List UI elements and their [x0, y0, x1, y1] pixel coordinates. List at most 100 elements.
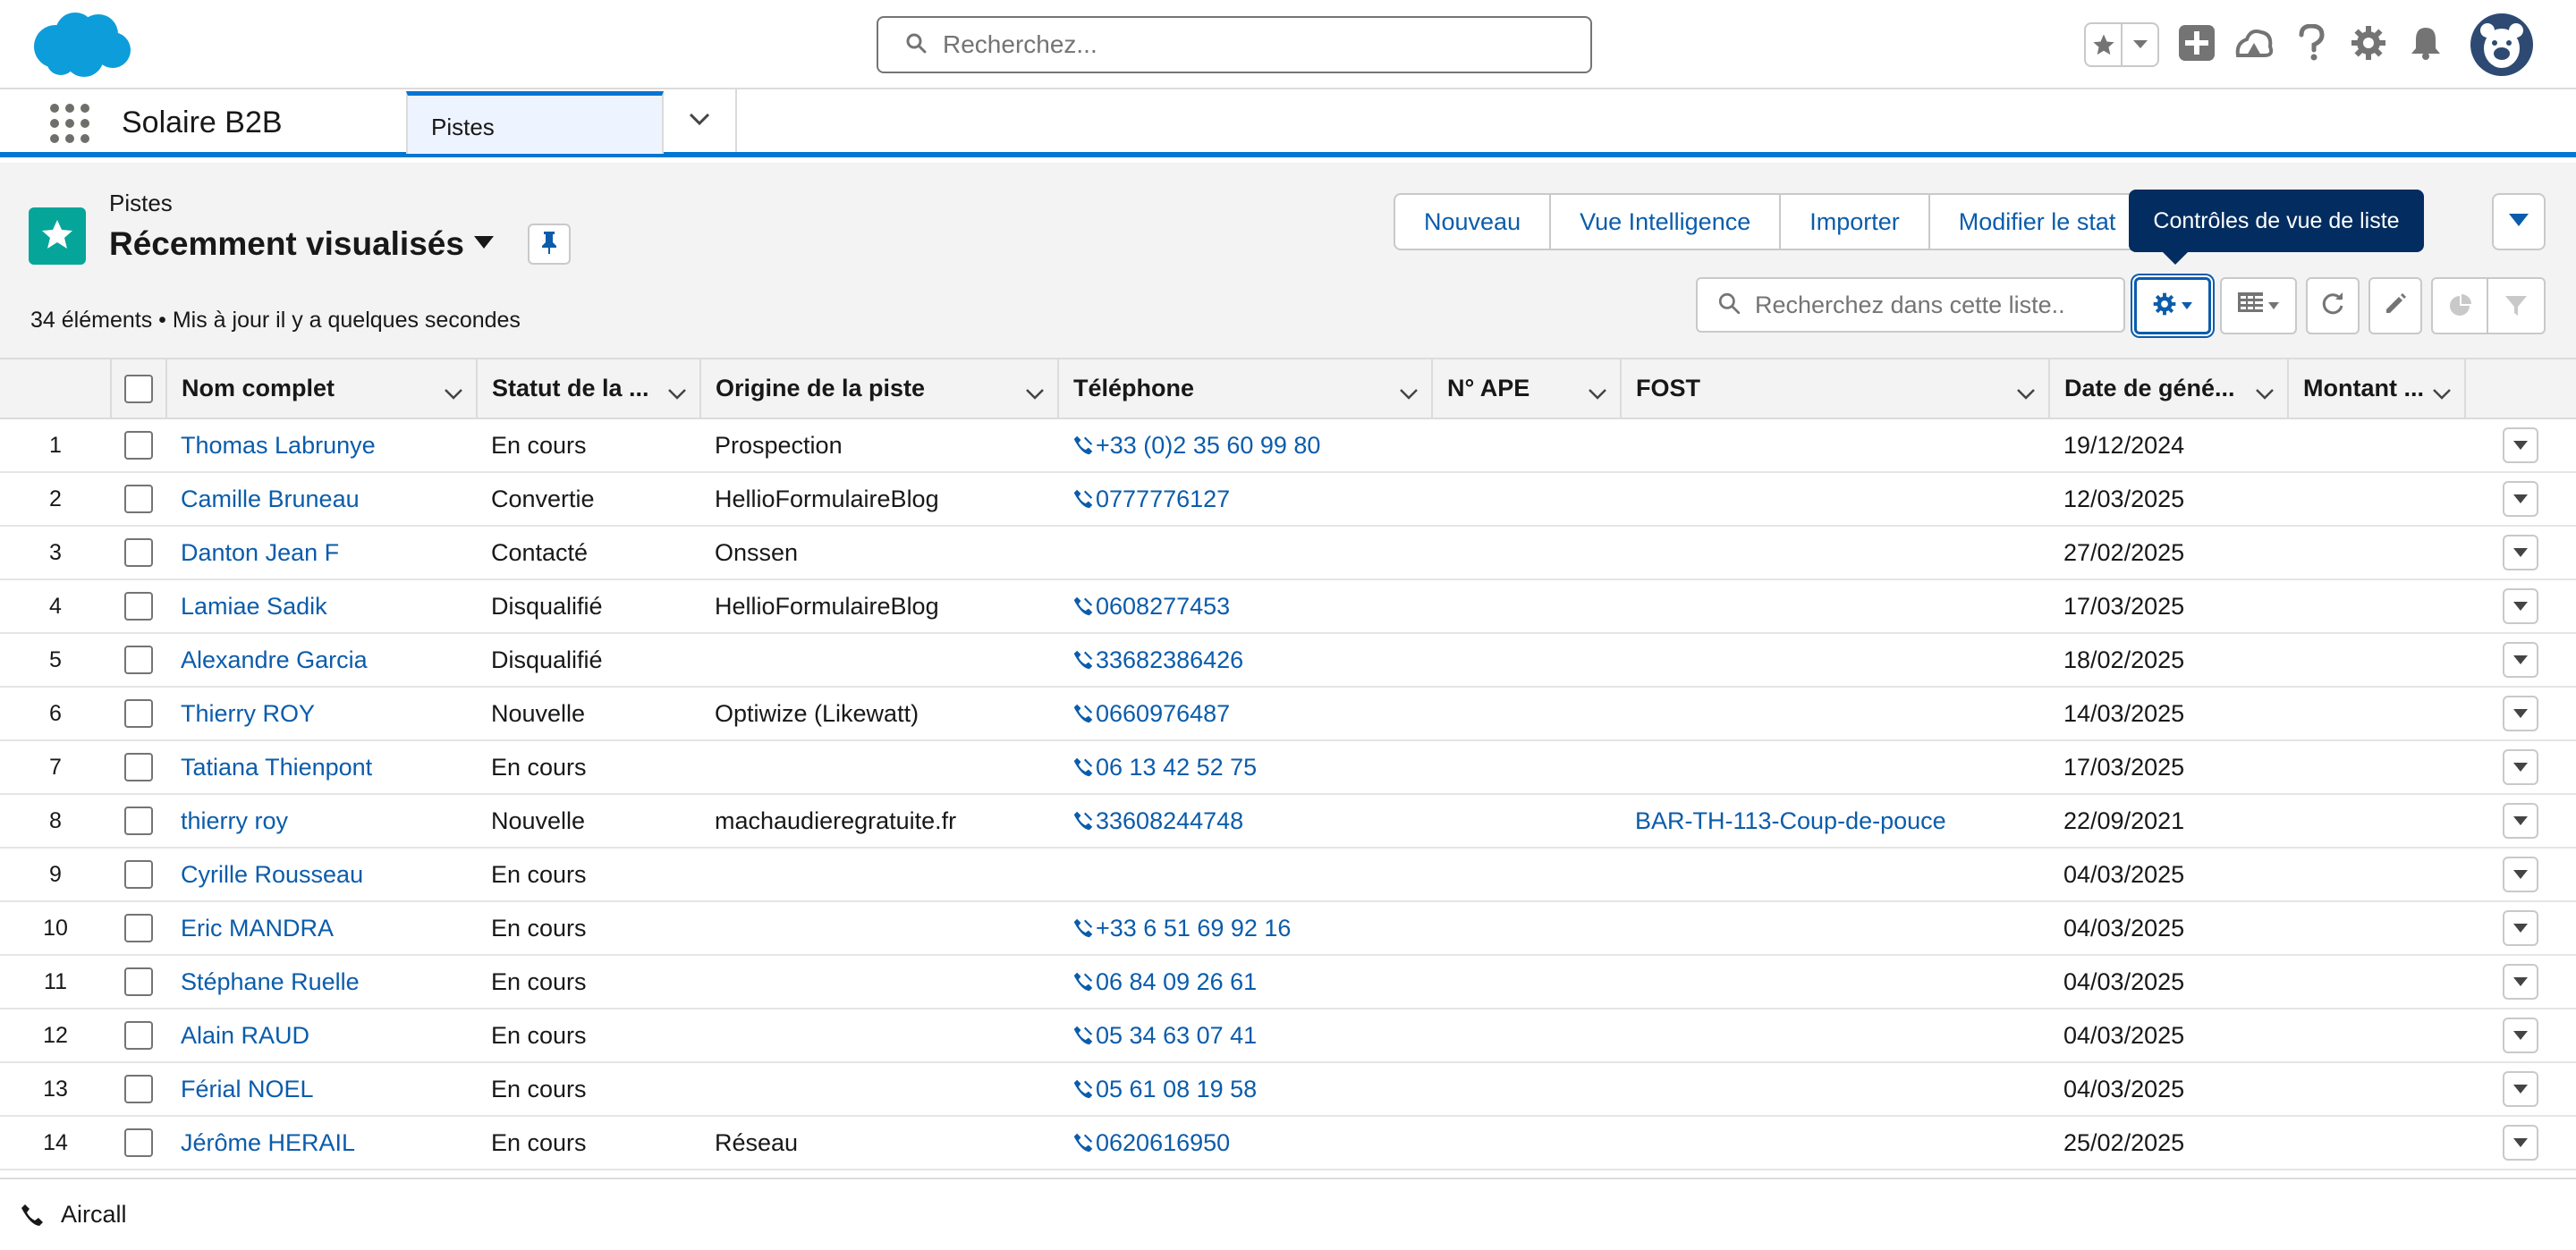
row-action-menu-button[interactable] — [2503, 535, 2538, 570]
row-checkbox[interactable] — [124, 753, 153, 782]
import-button[interactable]: Importer — [1781, 195, 1930, 249]
row-checkbox[interactable] — [124, 1075, 153, 1104]
phone-link[interactable]: 05 61 08 19 58 — [1072, 1076, 1432, 1103]
row-checkbox[interactable] — [124, 699, 153, 729]
phone-link[interactable]: 06 13 42 52 75 — [1072, 754, 1432, 781]
aircall-utility-item[interactable]: Aircall — [20, 1201, 127, 1229]
inline-edit-button[interactable] — [2368, 277, 2422, 334]
lead-name-link[interactable]: Thierry ROY — [181, 700, 315, 727]
display-as-button[interactable] — [2220, 277, 2297, 334]
chevron-down-icon[interactable] — [1399, 379, 1419, 407]
lead-name-link[interactable]: Férial NOEL — [181, 1076, 314, 1102]
star-icon[interactable] — [2086, 24, 2123, 65]
chevron-down-icon[interactable] — [2016, 379, 2036, 407]
column-header-telephone[interactable]: Téléphone — [1058, 359, 1433, 419]
row-checkbox[interactable] — [124, 646, 153, 675]
row-action-menu-button[interactable] — [2503, 857, 2538, 892]
app-launcher-icon[interactable] — [50, 104, 89, 143]
phone-link[interactable]: 33682386426 — [1072, 646, 1432, 674]
favorites-button[interactable] — [2084, 22, 2159, 67]
row-action-menu-button[interactable] — [2503, 910, 2538, 946]
column-header-fost[interactable]: FOST — [1621, 359, 2050, 419]
row-checkbox[interactable] — [124, 967, 153, 997]
global-search-input[interactable]: Recherchez... — [877, 16, 1592, 73]
column-header-montant[interactable]: Montant ... — [2288, 359, 2466, 419]
chevron-down-icon[interactable] — [444, 379, 463, 407]
column-header-origine[interactable]: Origine de la piste — [700, 359, 1059, 419]
row-checkbox[interactable] — [124, 807, 153, 836]
row-checkbox[interactable] — [124, 1021, 153, 1051]
phone-link[interactable]: 0608277453 — [1072, 593, 1432, 621]
row-action-menu-button[interactable] — [2503, 696, 2538, 731]
list-view-controls-button[interactable] — [2134, 277, 2211, 334]
chevron-down-icon[interactable] — [1588, 379, 1607, 407]
row-checkbox[interactable] — [124, 1128, 153, 1158]
row-checkbox[interactable] — [124, 431, 153, 460]
refresh-button[interactable] — [2306, 277, 2360, 334]
phone-link[interactable]: +33 (0)2 35 60 99 80 — [1072, 432, 1432, 460]
lead-name-link[interactable]: Camille Bruneau — [181, 486, 360, 512]
lead-name-link[interactable]: Lamiae Sadik — [181, 593, 327, 620]
phone-link[interactable]: 05 34 63 07 41 — [1072, 1022, 1432, 1050]
row-action-menu-button[interactable] — [2503, 1071, 2538, 1107]
list-view-name[interactable]: Récemment visualisés — [109, 225, 464, 263]
phone-link[interactable]: +33 6 51 69 92 16 — [1072, 915, 1432, 942]
row-action-menu-button[interactable] — [2503, 588, 2538, 624]
phone-link[interactable]: 06 84 09 26 61 — [1072, 968, 1432, 996]
phone-link[interactable]: 0620616950 — [1072, 1129, 1432, 1157]
row-action-menu-button[interactable] — [2503, 1125, 2538, 1161]
lead-name-link[interactable]: Alexandre Garcia — [181, 646, 368, 673]
row-checkbox[interactable] — [124, 592, 153, 621]
vue-intelligence-button[interactable]: Vue Intelligence — [1551, 195, 1782, 249]
select-all-checkbox[interactable] — [124, 374, 153, 403]
chevron-down-icon[interactable] — [2255, 379, 2275, 407]
row-action-menu-button[interactable] — [2503, 803, 2538, 839]
chevron-down-icon[interactable] — [1025, 379, 1045, 407]
lead-name-link[interactable]: Thomas Labrunye — [181, 432, 376, 459]
filter-icon[interactable] — [2488, 294, 2544, 317]
row-action-menu-button[interactable] — [2503, 427, 2538, 463]
lead-name-link[interactable]: Cyrille Rousseau — [181, 861, 363, 888]
tab-pistes[interactable]: Pistes — [406, 91, 664, 154]
trailhead-button[interactable] — [2233, 23, 2275, 66]
pin-list-view-button[interactable] — [528, 224, 571, 265]
row-checkbox[interactable] — [124, 914, 153, 943]
more-actions-button[interactable] — [2492, 193, 2546, 250]
lead-name-link[interactable]: Danton Jean F — [181, 539, 339, 566]
global-actions-button[interactable] — [2175, 23, 2218, 66]
new-button[interactable]: Nouveau — [1395, 195, 1552, 249]
setup-button[interactable] — [2347, 23, 2390, 66]
phone-link[interactable]: 33608244748 — [1072, 807, 1432, 835]
list-search-input[interactable]: Recherchez dans cette liste.. — [1696, 277, 2125, 333]
chevron-down-icon[interactable] — [2432, 379, 2452, 407]
row-action-menu-button[interactable] — [2503, 749, 2538, 785]
phone-link[interactable]: 0777776127 — [1072, 486, 1432, 513]
row-action-menu-button[interactable] — [2503, 1018, 2538, 1053]
row-action-menu-button[interactable] — [2503, 964, 2538, 1000]
list-view-picker-icon[interactable] — [474, 236, 494, 253]
notifications-button[interactable] — [2404, 23, 2447, 66]
phone-link[interactable]: 0660976487 — [1072, 700, 1432, 728]
user-avatar[interactable] — [2470, 13, 2533, 76]
column-header-nom-complet[interactable]: Nom complet — [166, 359, 478, 419]
row-checkbox[interactable] — [124, 860, 153, 890]
lead-name-link[interactable]: Eric MANDRA — [181, 915, 334, 942]
fost-link[interactable]: BAR-TH-113-Coup-de-pouce — [1635, 807, 1946, 834]
lead-name-link[interactable]: Tatiana Thienpont — [181, 754, 372, 781]
salesforce-logo[interactable] — [29, 9, 132, 80]
column-header-ape[interactable]: N° APE — [1432, 359, 1622, 419]
column-header-date[interactable]: Date de géné... — [2049, 359, 2289, 419]
lead-name-link[interactable]: Stéphane Ruelle — [181, 968, 360, 995]
row-checkbox[interactable] — [124, 538, 153, 568]
chevron-down-icon[interactable] — [667, 379, 687, 407]
lead-name-link[interactable]: thierry roy — [181, 807, 288, 834]
row-checkbox[interactable] — [124, 485, 153, 514]
column-header-statut[interactable]: Statut de la ... — [477, 359, 701, 419]
chevron-down-icon[interactable] — [2123, 24, 2157, 65]
lead-name-link[interactable]: Alain RAUD — [181, 1022, 309, 1049]
help-button[interactable] — [2290, 22, 2333, 66]
lead-name-link[interactable]: Jérôme HERAIL — [181, 1129, 355, 1156]
chart-icon[interactable] — [2433, 279, 2488, 333]
nav-tab-menu-button[interactable] — [664, 89, 737, 152]
row-action-menu-button[interactable] — [2503, 642, 2538, 678]
